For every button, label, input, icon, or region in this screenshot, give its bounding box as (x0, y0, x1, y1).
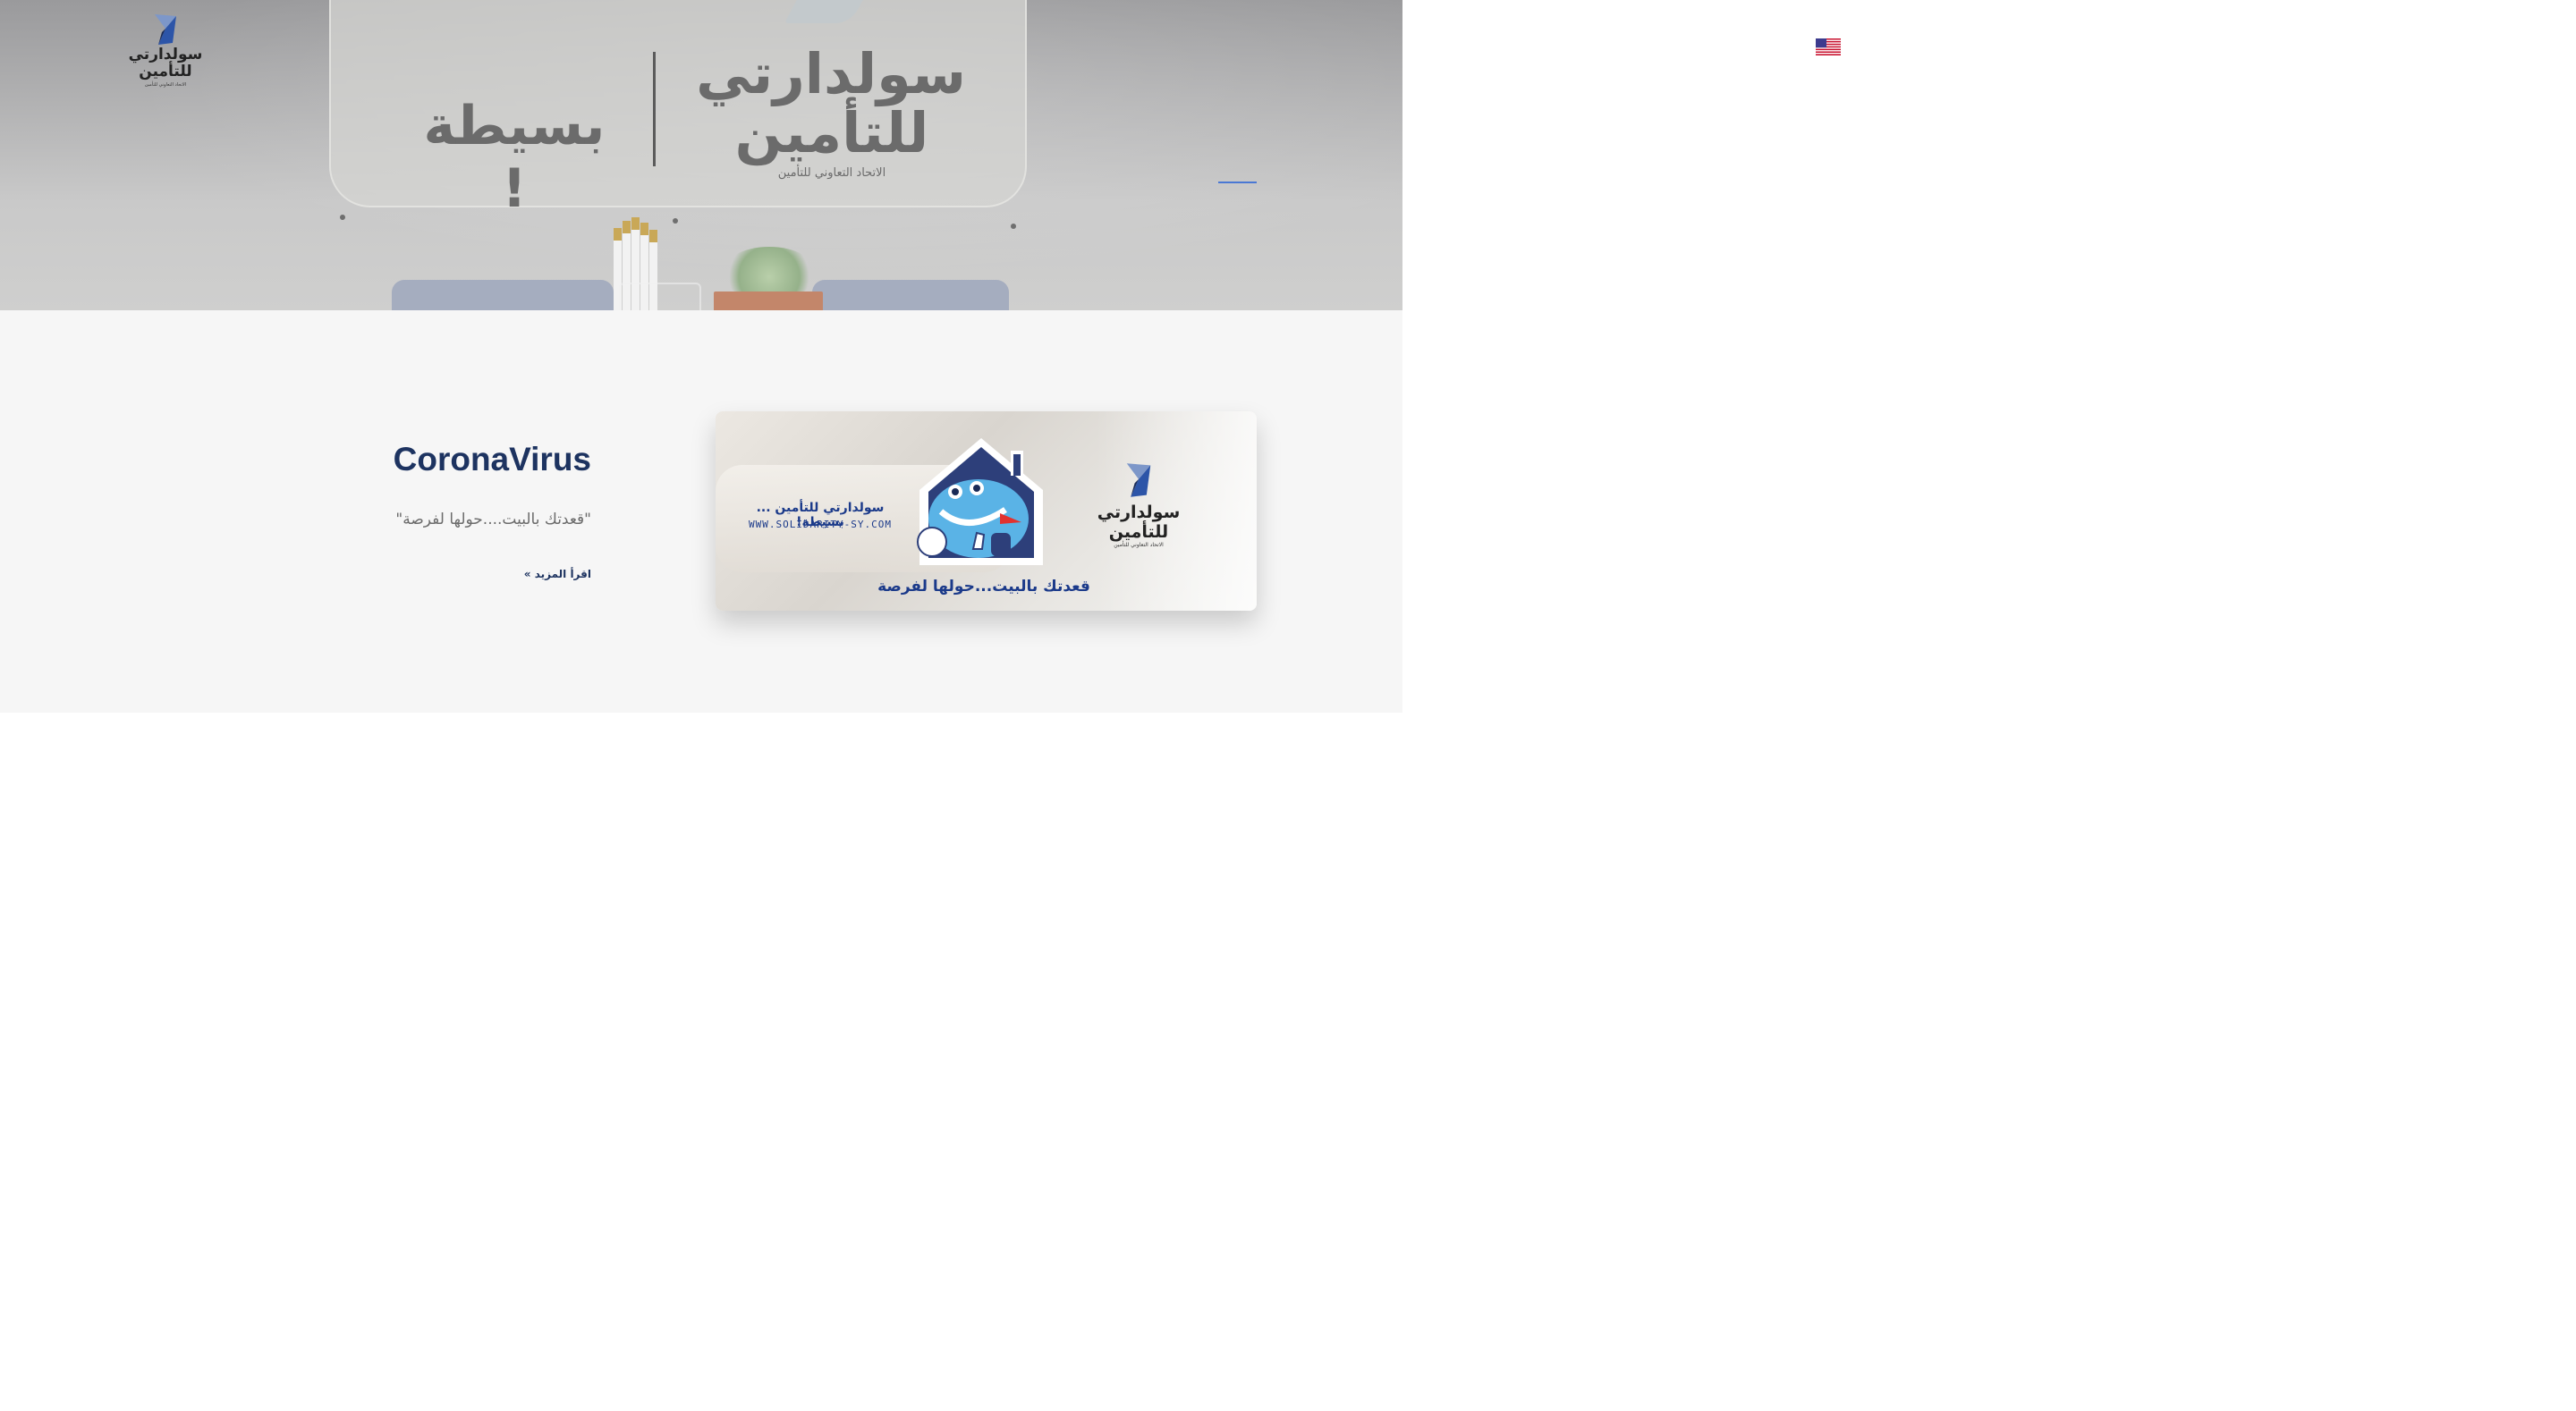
nav-item-label: البيانات المالية (1958, 39, 2033, 54)
nav-item-label: الرئيسية (2385, 39, 2429, 54)
logo-tagline: الاتحاد التعاوني للتأمين (144, 82, 187, 88)
wall-sign-brand: سولدارتي للتأمين (696, 41, 966, 165)
logo-text-line2: للتأمين (139, 63, 192, 80)
hero-banner: سولدارتي للتأمين الاتحاد التعاوني للتأمي… (0, 0, 1402, 310)
nav-item-financial-data[interactable]: البيانات المالية ⌄ (1948, 39, 2032, 54)
image-logo: سولدارتي للتأمين الاتحاد التعاوني للتأمي… (1089, 461, 1188, 548)
image-banner-url: WWW.SOLIDARITY-SY.COM (748, 519, 893, 530)
nav-item-medical-network[interactable]: الشبكة الطبية ⌄ (2048, 39, 2130, 54)
title-underline (1218, 182, 1257, 183)
read-more-link[interactable]: اقرأ المزيد » (524, 568, 591, 580)
plant-pot (714, 291, 823, 310)
nav-item-label: الشبكة الطبية (2057, 39, 2130, 54)
us-flag-icon (1815, 38, 1841, 55)
image-logo-line2: للتأمين (1108, 522, 1169, 542)
chevron-down-icon: ⌄ (2301, 42, 2309, 51)
wall-pin (673, 218, 678, 224)
image-logo-line1: سولدارتي (1097, 503, 1181, 522)
logo-mark-icon (155, 14, 176, 45)
nav-item-news[interactable]: اخبار (2146, 39, 2171, 54)
post-featured-image[interactable]: سولدارتي للتأمين ... بسيطة! WWW.SOLIDARI… (716, 411, 1257, 611)
image-banner-slogan: قعدتك بالبيت...حولها لفرصة (877, 578, 1090, 596)
chevron-down-icon: ⌄ (2186, 42, 2194, 51)
chair-right (812, 280, 1009, 310)
language-switcher[interactable]: ⌄ (1798, 38, 1841, 55)
image-logo-tagline: الاتحاد التعاوني للتأمين (1114, 542, 1164, 548)
logo-text-line1: سولدارتي (128, 46, 203, 63)
nav-item-about[interactable]: عن الشركة ⌄ (2301, 39, 2370, 54)
logo-mark-icon (1126, 463, 1151, 497)
wall-sign-divider (653, 52, 656, 166)
nav-item-label: تواصل معنا (1874, 39, 1933, 54)
succulent-plant (723, 247, 816, 297)
nav-item-contact[interactable]: تواصل معنا (1875, 39, 1933, 54)
post-excerpt: "قعدتك بالبيت....حولها لفرصة" (395, 511, 591, 528)
wall-pin (1011, 224, 1016, 229)
house-mascot-icon (917, 438, 1043, 565)
chevron-down-icon: ⌄ (1798, 42, 1805, 51)
wall-pin (340, 215, 345, 220)
chair-left (392, 280, 614, 310)
wall-sign-tagline: الاتحاد التعاوني للتأمين (777, 166, 886, 180)
wall-sign-slogan: بسيطة ! (423, 95, 606, 220)
site-logo[interactable]: سولدارتي للتأمين الاتحاد التعاوني للتأمي… (125, 13, 206, 95)
chevron-down-icon: ⌄ (1948, 42, 1955, 51)
main-nav: الرئيسية عن الشركة ⌄ المنتجات التأمينية … (1789, 36, 2429, 57)
post-title[interactable]: CoronaVirus (394, 441, 591, 478)
page-title: اخبار (2343, 107, 2429, 148)
nav-item-label: اخبار (2145, 39, 2171, 54)
nav-item-home[interactable]: الرئيسية (2386, 39, 2429, 54)
nav-item-label: عن الشركة (2310, 39, 2370, 54)
nav-item-label: المنتجات التأمينية (2196, 39, 2286, 54)
news-section: سولدارتي للتأمين ... بسيطة! WWW.SOLIDARI… (0, 310, 1402, 713)
chevron-down-icon: ⌄ (2048, 42, 2055, 51)
nav-item-products[interactable]: المنتجات التأمينية ⌄ (2187, 39, 2286, 54)
glass-cup (619, 283, 701, 310)
